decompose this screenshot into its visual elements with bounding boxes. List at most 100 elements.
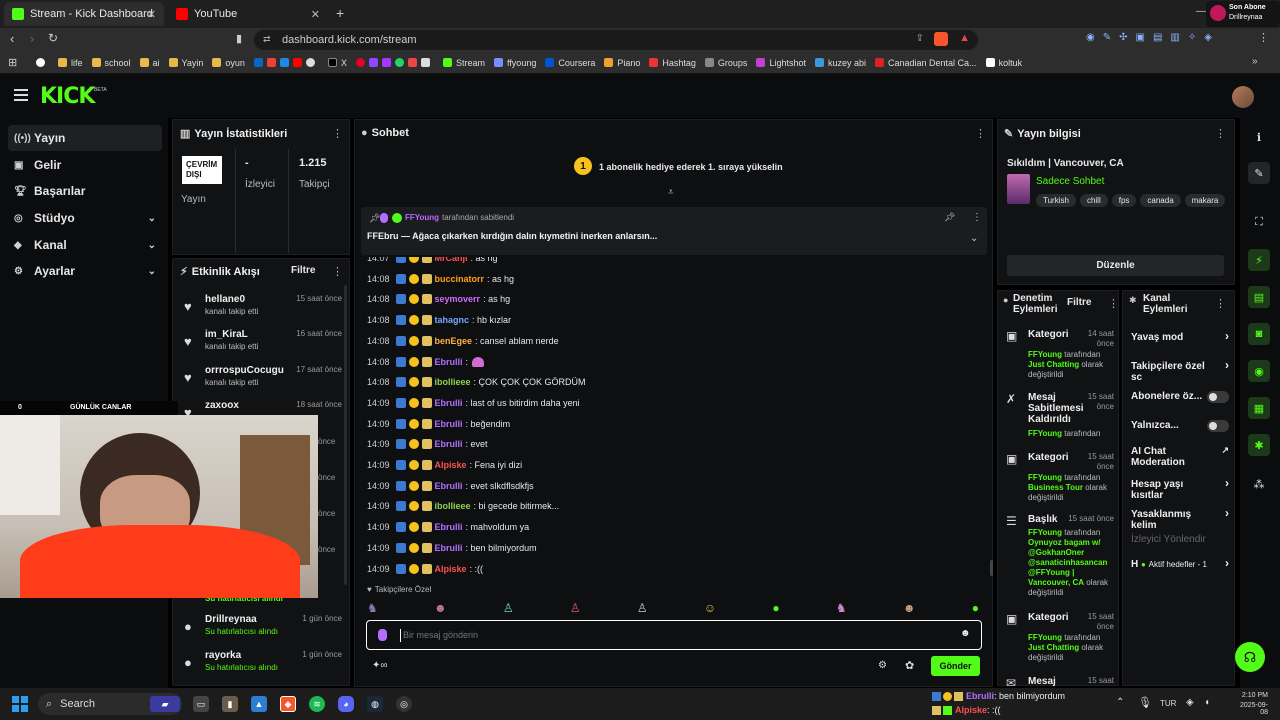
stream-category[interactable]: Sadece Sohbet — [1036, 176, 1104, 187]
share-icon[interactable]: ⇪ — [916, 33, 924, 44]
bookmark-icon[interactable]: ▮ — [236, 32, 242, 45]
rewards-icon[interactable]: ▲ — [959, 32, 970, 44]
feed-item[interactable]: ● rayorka Su hatırlatıcısı alındı 1 gün önc… — [182, 650, 342, 689]
stats-menu-icon[interactable]: ⋮ — [332, 127, 343, 140]
nav-item-kanal[interactable]: ◆ Kanal ⌄ — [8, 232, 162, 258]
chat-message[interactable]: 14:09 Alpiske: :(( — [367, 562, 483, 576]
chat-username[interactable]: buccinatorr — [435, 274, 485, 284]
activity-filter-button[interactable]: Filtre — [291, 265, 315, 276]
channel-action-item[interactable]: AI Chat Moderation ↗ — [1131, 445, 1229, 468]
chat-username[interactable]: seymoverr — [435, 294, 481, 304]
obs-icon[interactable]: ◎ — [396, 696, 412, 712]
pinned-message[interactable]: 📌︎ FFYoung tarafından sabitlendi FFEbru … — [361, 207, 987, 255]
spotify-icon[interactable]: ≋ — [309, 696, 325, 712]
pencil-icon[interactable]: ✎ — [1248, 162, 1270, 184]
feed-item[interactable]: ♥ im_KiraL kanalı takip etti 16 saat önce — [182, 329, 342, 368]
tab-youtube[interactable]: YouTube ✕ — [168, 2, 328, 26]
gift-icon[interactable]: ✿ — [905, 659, 914, 672]
chat-message[interactable]: 14:09 Ebrulli: evet — [367, 437, 488, 451]
emote-icon[interactable]: ♙ — [570, 601, 581, 615]
unpin-icon[interactable]: 📌︎ — [944, 212, 955, 223]
nav-item-yayin[interactable]: ((•)) Yayın — [8, 125, 162, 151]
chat-message[interactable]: 14:09 ibollieee: bi gecede bitirmek... — [367, 499, 559, 513]
clock[interactable]: 2:10 PM 2025-09-08 — [1236, 692, 1268, 716]
send-button[interactable]: Gönder — [931, 656, 980, 676]
steam-icon[interactable]: ◍ — [367, 696, 383, 712]
stream-info-menu-icon[interactable]: ⋮ — [1215, 127, 1226, 140]
chat-message[interactable]: 14:09 Ebrulli: mahvoldum ya — [367, 520, 529, 534]
channel-action-item[interactable]: Yavaş mod › — [1131, 330, 1229, 343]
bookmark-google[interactable] — [36, 58, 49, 67]
chat-message[interactable]: 14:09 Ebrulli: beğendim — [367, 417, 510, 431]
chat-message[interactable]: 14:08 ibollieee: ÇOK ÇOK ÇOK GÖRDÜM — [367, 375, 586, 389]
taskbar-widget-icon[interactable]: ▰ — [150, 696, 180, 712]
edit-button[interactable]: Düzenle — [1007, 255, 1224, 276]
channel-action-item[interactable]: H ● Aktif hedefler - 1 › — [1131, 557, 1229, 570]
chat-input[interactable] — [403, 627, 943, 643]
minimize-icon[interactable]: — — [1196, 6, 1206, 17]
language-indicator[interactable]: TUR — [1160, 699, 1176, 708]
nav-item-studyo[interactable]: ◎ Stüdyo ⌄ — [8, 205, 162, 231]
scrollbar[interactable] — [990, 560, 993, 576]
avatar[interactable] — [1232, 86, 1254, 108]
nav-item-gelir[interactable]: ▣ Gelir — [8, 152, 162, 178]
fullscreen-icon[interactable]: ⛶ — [1248, 211, 1270, 233]
bolt-icon[interactable]: ⚡︎ — [1248, 249, 1270, 271]
emote-icon[interactable]: ● — [972, 601, 979, 615]
chat-username[interactable]: Ebrulli — [435, 481, 463, 491]
chat-message[interactable]: 14:08 tahagnc: hb kızlar — [367, 313, 511, 327]
close-icon[interactable]: ✕ — [147, 8, 156, 21]
chat-username[interactable]: Ebrulli — [435, 439, 463, 449]
tab-stream-dashboard[interactable]: Stream - Kick Dashboard ✕ — [4, 2, 164, 26]
discord-icon[interactable]: ◕ — [338, 696, 354, 712]
channel-action-item[interactable]: Yasaklanmış kelim › — [1131, 507, 1229, 531]
gear-icon[interactable]: ⚙ — [878, 660, 887, 671]
hamburger-icon[interactable] — [14, 89, 28, 101]
bookmark-life[interactable]: life — [58, 58, 83, 68]
chat-username[interactable]: Alpiske — [435, 460, 467, 470]
chat-username[interactable]: Ebrulli — [435, 543, 463, 553]
apps-icon[interactable]: ⁂ — [1248, 473, 1270, 495]
forward-icon[interactable]: › — [30, 31, 34, 46]
chat-message[interactable]: 14:09 Ebrulli: last of us bitirdim daha y… — [367, 396, 580, 410]
task-view-icon[interactable]: ▭ — [193, 696, 209, 712]
bookmark-piano[interactable]: Piano — [604, 58, 640, 68]
nav-item-ayarlar[interactable]: ⚙ Ayarlar ⌄ — [8, 258, 162, 284]
activity-menu-icon[interactable]: ⋮ — [332, 265, 343, 278]
bookmark-kuzey[interactable]: kuzey abi — [814, 58, 866, 68]
bookmark-school[interactable]: school — [91, 58, 131, 68]
bookmark-stream[interactable]: Stream — [442, 58, 485, 68]
bookmark-dental[interactable]: Canadian Dental Ca... — [875, 58, 977, 68]
bookmark-coursera[interactable]: Coursera — [545, 58, 595, 68]
emote-icon[interactable]: ♙ — [637, 601, 648, 615]
bookmark-x[interactable]: X — [327, 58, 347, 68]
bookmark-hashtag[interactable]: Hashtag — [649, 58, 696, 68]
emote-icon[interactable]: ♙ — [503, 601, 514, 615]
new-tab-icon[interactable]: + — [336, 5, 344, 21]
emote-icon[interactable]: ☻ — [903, 601, 916, 615]
feed-item[interactable]: ♥ orrrospuCocugu kanalı takip etti 17 saat … — [182, 365, 342, 404]
channel-action-item[interactable]: Hesap yaşı kısıtlar › — [1131, 477, 1229, 501]
bookmark-groups[interactable]: Groups — [704, 58, 747, 68]
back-icon[interactable]: ‹ — [10, 31, 14, 46]
chat-username[interactable]: tahagnc — [435, 315, 470, 325]
chat-username[interactable]: benEgee — [435, 336, 473, 346]
bookmark-icons-group[interactable] — [253, 58, 319, 67]
chat-message[interactable]: 14:09 Ebrulli: ben bilmiyordum — [367, 541, 537, 555]
pinned-menu-icon[interactable]: ⋮ — [972, 212, 982, 223]
points-icon[interactable]: ✦∞ — [372, 660, 388, 671]
moderation-menu-icon[interactable]: ⋮ — [1108, 297, 1119, 310]
apps-icon[interactable]: ⊞ — [8, 56, 17, 69]
chat-username[interactable]: ibollieee — [435, 501, 471, 511]
bookmark-ffyoung[interactable]: ffyoung — [493, 58, 536, 68]
emote-icon[interactable]: ● — [772, 601, 779, 615]
chat-username[interactable]: Ebrulli — [435, 419, 463, 429]
channel-action-item[interactable]: İzleyici Yönlendir — [1131, 534, 1229, 545]
emote-icon[interactable]: ♞ — [367, 601, 378, 615]
kick-logo[interactable]: KICK — [40, 84, 95, 109]
chat-username[interactable]: Ebrulli — [435, 357, 463, 367]
close-icon[interactable]: ✕ — [311, 8, 320, 21]
chat-message[interactable]: 14:08 buccinatorr: as hg — [367, 272, 514, 286]
chat-username[interactable]: Alpiske — [435, 564, 467, 574]
emote-icon[interactable]: ♞ — [836, 601, 847, 615]
